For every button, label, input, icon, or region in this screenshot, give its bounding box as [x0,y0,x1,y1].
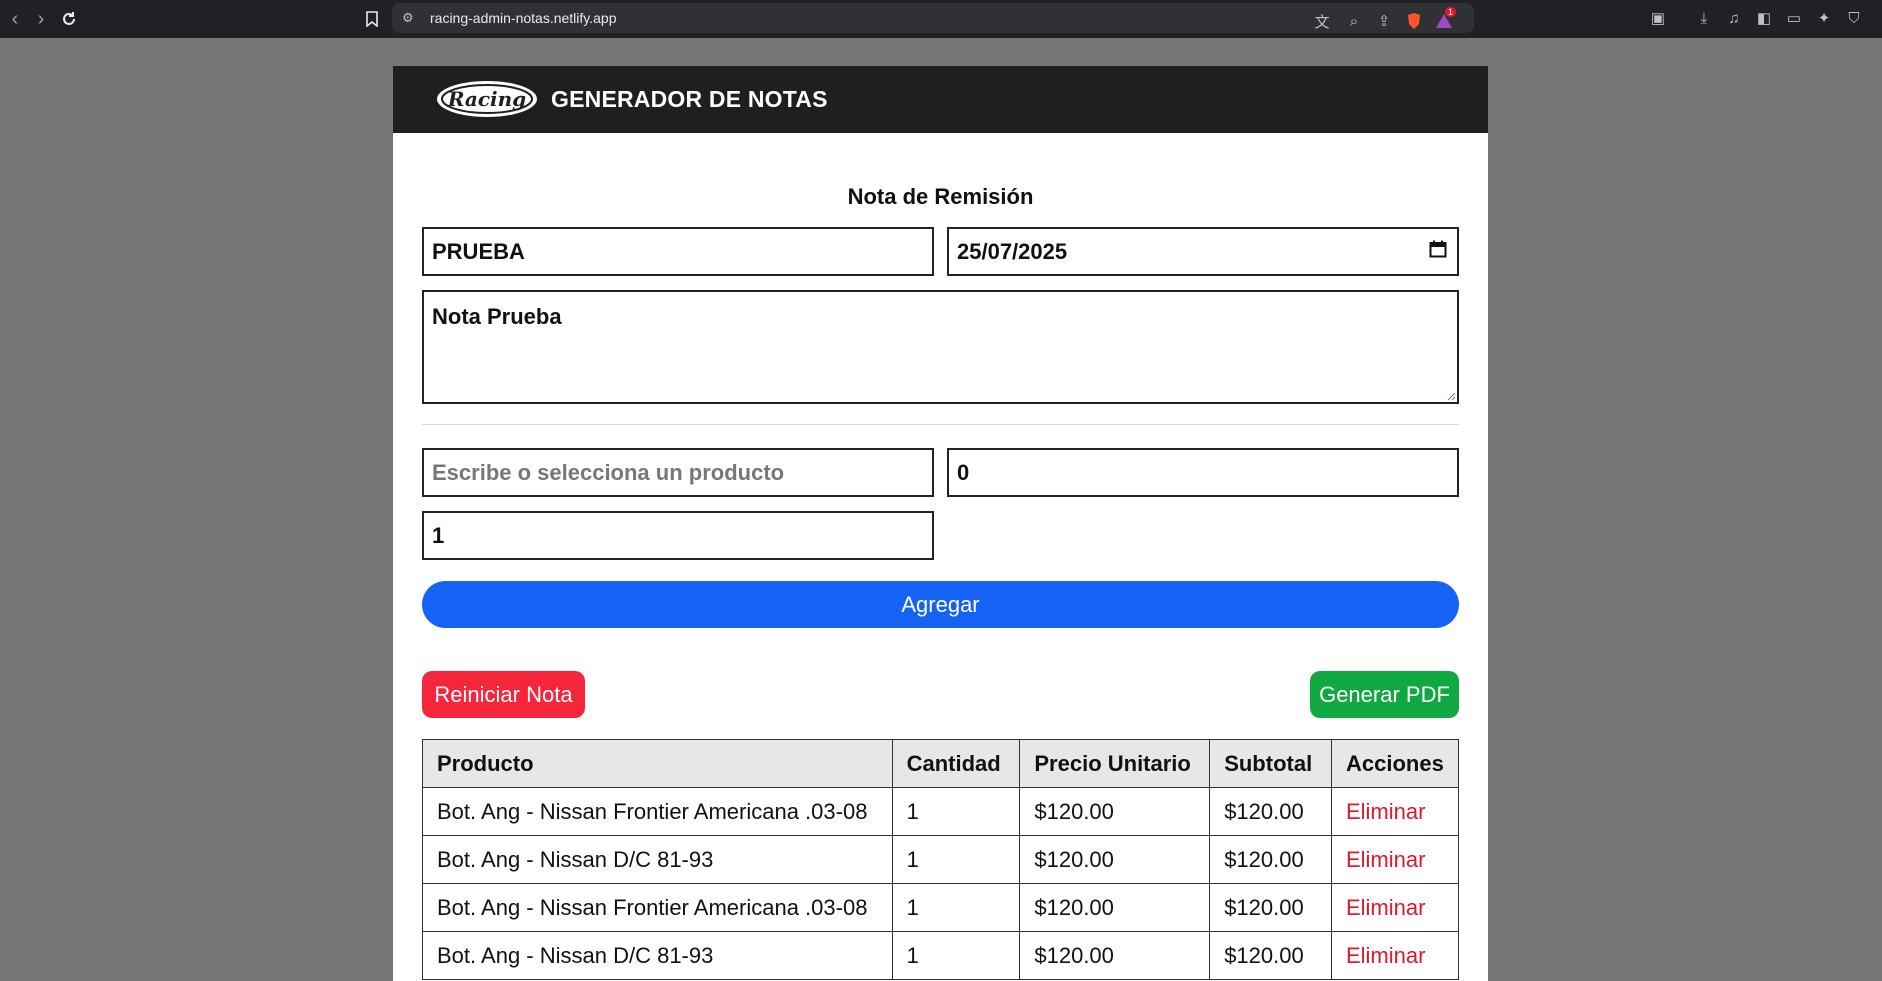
calendar-icon[interactable] [1429,240,1447,258]
translate-icon[interactable]: 文 [1310,9,1334,33]
svg-text:Racing: Racing [447,87,526,111]
add-button[interactable]: Agregar [422,581,1459,628]
vpn-icon[interactable]: ⛉ [1842,6,1866,30]
header-subtotal: Subtotal [1209,739,1332,788]
tab-search-icon[interactable]: ▣ [1646,6,1670,30]
table-header-row: Producto Cantidad Precio Unitario Subtot… [422,739,1460,788]
delete-link[interactable]: Eliminar [1330,931,1460,980]
reload-icon[interactable] [56,6,82,32]
client-input[interactable]: PRUEBA [422,227,934,276]
address-bar[interactable]: ⚙ racing-admin-notas.netlify.app 文 ⌕ ⇪ 1 [392,3,1474,33]
share-icon[interactable]: ⇪ [1372,9,1396,33]
cell-unit-price: $120.00 [1019,835,1211,884]
delete-link[interactable]: Eliminar [1330,787,1460,836]
delete-link[interactable]: Eliminar [1330,883,1460,932]
site-settings-icon[interactable]: ⚙ [402,10,418,26]
cell-subtotal: $120.00 [1209,931,1332,980]
cell-quantity: 1 [891,883,1021,932]
products-table: Producto Cantidad Precio Unitario Subtot… [422,739,1460,980]
notes-value: Nota Prueba [432,304,562,329]
cell-unit-price: $120.00 [1019,883,1211,932]
cell-subtotal: $120.00 [1209,787,1332,836]
app-header: Racing GENERADOR DE NOTAS [393,66,1488,133]
cell-product: Bot. Ang - Nissan Frontier Americana .03… [422,787,893,836]
wallet-icon[interactable]: ▭ [1782,6,1806,30]
cell-subtotal: $120.00 [1209,883,1332,932]
cell-quantity: 1 [891,787,1021,836]
generate-pdf-button[interactable]: Generar PDF [1310,671,1459,718]
resize-grip-icon[interactable] [1446,391,1456,401]
browser-toolbar: ‹ › ⚙ racing-admin-notas.netlify.app 文 ⌕… [0,0,1882,38]
cell-product: Bot. Ang - Nissan Frontier Americana .03… [422,883,893,932]
page-title: Nota de Remisión [847,184,1034,209]
header-quantity: Cantidad [891,739,1021,788]
app-container: Racing GENERADOR DE NOTAS Nota de Remisi… [393,66,1488,981]
cell-unit-price: $120.00 [1019,931,1211,980]
app-title: GENERADOR DE NOTAS [551,86,828,112]
cell-product: Bot. Ang - Nissan D/C 81-93 [422,931,893,980]
back-icon[interactable]: ‹ [2,6,28,32]
url-text: racing-admin-notas.netlify.app [430,10,617,26]
cell-product: Bot. Ang - Nissan D/C 81-93 [422,835,893,884]
bookmark-icon[interactable] [360,7,384,31]
cell-unit-price: $120.00 [1019,787,1211,836]
delete-link[interactable]: Eliminar [1330,835,1460,884]
table-row: Bot. Ang - Nissan D/C 81-93 1 $120.00 $1… [422,931,1460,980]
cell-quantity: 1 [891,835,1021,884]
quantity-input[interactable]: 1 [422,511,934,560]
forward-icon[interactable]: › [28,6,54,32]
cell-quantity: 1 [891,931,1021,980]
date-input[interactable]: 25/07/2025 [947,227,1459,276]
product-search-input[interactable]: Escribe o selecciona un producto [422,448,934,497]
table-row: Bot. Ang - Nissan D/C 81-93 1 $120.00 $1… [422,835,1460,884]
notes-textarea[interactable]: Nota Prueba [422,290,1459,404]
reset-note-button[interactable]: Reiniciar Nota [422,671,585,718]
sidebar-icon[interactable]: ◧ [1752,6,1776,30]
date-value: 25/07/2025 [957,238,1068,264]
media-icon[interactable]: ♫ [1722,6,1746,30]
leo-ai-icon[interactable]: ✦ [1812,6,1836,30]
download-icon[interactable]: ⤓ [1692,6,1716,30]
price-input[interactable]: 0 [947,448,1459,497]
table-row: Bot. Ang - Nissan Frontier Americana .03… [422,787,1460,836]
racing-logo: Racing [437,81,537,117]
zoom-icon[interactable]: ⌕ [1342,9,1366,33]
brave-shield-icon[interactable] [1402,9,1426,33]
notification-badge: 1 [1444,7,1456,17]
divider [422,424,1459,425]
header-actions: Acciones [1330,739,1460,788]
header-product: Producto [422,739,893,788]
table-row: Bot. Ang - Nissan Frontier Americana .03… [422,883,1460,932]
header-unit-price: Precio Unitario [1019,739,1211,788]
cell-subtotal: $120.00 [1209,835,1332,884]
rewards-icon[interactable]: 1 [1432,7,1456,33]
